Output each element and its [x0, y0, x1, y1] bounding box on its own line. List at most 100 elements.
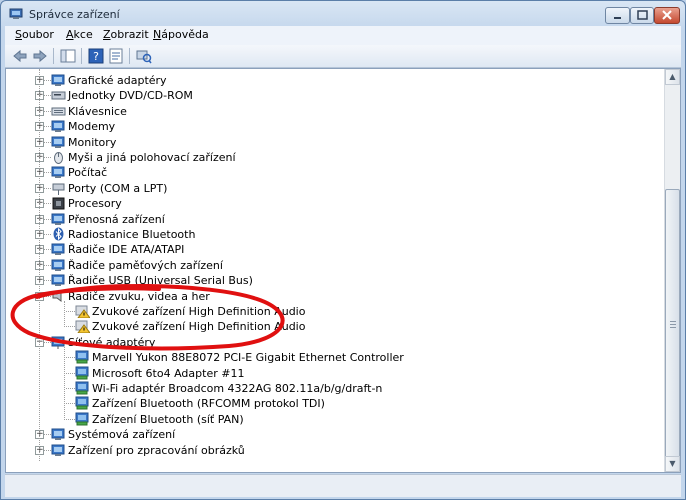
tree-item[interactable]: + Modemy [6, 119, 656, 134]
status-bar [5, 474, 681, 497]
minimize-icon [614, 17, 621, 19]
keyboard-icon [51, 107, 66, 116]
vertical-scrollbar[interactable]: ▲ ▼ [664, 69, 680, 472]
tree-item[interactable]: + Počítač [6, 165, 656, 180]
tree-item[interactable]: + Přenosná zařízení [6, 212, 656, 227]
tree-item[interactable]: + Radiostanice Bluetooth [6, 227, 656, 242]
close-icon [662, 10, 672, 20]
toolbar: ? [5, 45, 681, 68]
back-arrow-icon[interactable] [12, 48, 28, 64]
dvd-drive-icon [51, 91, 66, 100]
scroll-down-arrow-icon[interactable]: ▼ [665, 456, 680, 472]
device-tree: + Grafické adaptéry + Jednotky DVD/CD-ROM + K… [6, 69, 664, 472]
tree-item-label: Řadiče paměťových zařízení [68, 258, 223, 272]
tree-item[interactable]: + Zařízení pro zpracování obrázků [6, 443, 656, 458]
tree-item-label: Zařízení Bluetooth (síť PAN) [92, 412, 244, 426]
tree-item[interactable]: + Řadiče USB (Universal Serial Bus) [6, 273, 656, 288]
properties-icon[interactable] [108, 48, 124, 64]
portable-device-icon [51, 213, 65, 225]
menu-soubor[interactable]: Soubor [15, 28, 54, 41]
tree-item[interactable]: Zvukové zařízení High Definition Audio [6, 319, 656, 334]
system-device-icon [51, 428, 65, 441]
tree-item-label: Zařízení pro zpracování obrázků [68, 443, 245, 457]
window-title: Správce zařízení [29, 8, 120, 21]
help-icon[interactable]: ? [88, 48, 104, 64]
tree-item-label: Přenosná zařízení [68, 212, 165, 226]
device-tree-panel: + Grafické adaptéry + Jednotky DVD/CD-ROM + K… [5, 68, 681, 473]
close-button[interactable] [654, 7, 680, 24]
tree-item-label: Systémová zařízení [68, 428, 176, 442]
tree-item-label: Řadiče IDE ATA/ATAPI [68, 243, 185, 257]
menu-zobrazit[interactable]: Zobrazit [103, 28, 149, 41]
minimize-button[interactable] [605, 7, 630, 24]
tree-item-label: Procesory [68, 197, 122, 211]
modem-icon [51, 120, 65, 133]
tree-item[interactable]: + Řadiče IDE ATA/ATAPI [6, 242, 656, 257]
device-manager-icon [9, 8, 23, 19]
warning-device-icon [75, 305, 90, 318]
tree-item-label: Wi-Fi adaptér Broadcom 4322AG 802.11a/b/… [92, 382, 383, 395]
tree-item[interactable]: − Síťové adaptéry [6, 335, 656, 350]
tree-item-label: Jednotky DVD/CD-ROM [68, 89, 193, 103]
maximize-button[interactable] [630, 7, 654, 24]
usb-controller-icon [51, 274, 65, 287]
tree-item-label: Marvell Yukon 88E8072 PCI-E Gigabit Ethe… [92, 351, 404, 365]
tree-item-label: Myši a jiná polohovací zařízení [68, 151, 236, 164]
network-card-icon [75, 412, 89, 426]
tree-item-label: Grafické adaptéry [68, 74, 167, 87]
tree-item[interactable]: + Grafické adaptéry [6, 73, 656, 88]
network-card-icon [75, 350, 89, 364]
tree-item[interactable]: + Monitory [6, 135, 656, 150]
scan-hardware-icon[interactable] [136, 48, 152, 64]
display-adapter-icon [51, 74, 65, 86]
network-card-icon [75, 381, 89, 395]
tree-item-label: Porty (COM a LPT) [68, 181, 168, 195]
tree-item[interactable]: Zvukové zařízení High Definition Audio [6, 304, 656, 319]
ide-controller-icon [51, 243, 65, 256]
computer-icon [51, 166, 65, 179]
tree-item[interactable]: Zařízení Bluetooth (RFCOMM protokol TDI) [6, 396, 656, 411]
tree-item-label: Zvukové zařízení High Definition Audio [92, 305, 306, 318]
tree-item-label: Zvukové zařízení High Definition Audio [92, 320, 306, 334]
menu-napoveda[interactable]: Nápověda [153, 28, 209, 41]
tree-item[interactable]: + Klávesnice [6, 104, 656, 119]
tree-item[interactable]: + Jednotky DVD/CD-ROM [6, 88, 656, 103]
tree-item-label: Modemy [68, 120, 116, 134]
tree-item-label: Zařízení Bluetooth (RFCOMM protokol TDI) [92, 397, 325, 411]
console-tree-icon[interactable] [60, 48, 76, 64]
tree-item[interactable]: + Myši a jiná polohovací zařízení [6, 150, 656, 165]
processor-icon [52, 197, 65, 210]
imaging-device-icon [51, 444, 65, 456]
monitor-icon [51, 136, 65, 148]
tree-item-label: Radiostanice Bluetooth [68, 228, 196, 241]
tree-item-label: Klávesnice [68, 104, 127, 118]
mouse-icon [54, 152, 63, 164]
tree-item-label: Řadiče zvuku, videa a her [68, 289, 210, 303]
tree-item-label: Počítač [68, 166, 108, 180]
tree-item[interactable]: Zařízení Bluetooth (síť PAN) [6, 412, 656, 427]
title-bar[interactable]: Správce zařízení [1, 1, 685, 27]
menu-akce[interactable]: Akce [66, 28, 93, 41]
tree-item-label: Řadiče USB (Universal Serial Bus) [68, 274, 253, 288]
storage-controller-icon [51, 259, 65, 271]
tree-item[interactable]: Wi-Fi adaptér Broadcom 4322AG 802.11a/b/… [6, 381, 656, 396]
port-icon [52, 183, 65, 195]
tree-item[interactable]: Marvell Yukon 88E8072 PCI-E Gigabit Ethe… [6, 350, 656, 365]
tree-item[interactable]: + Procesory [6, 196, 656, 211]
scrollbar-thumb[interactable] [665, 189, 680, 459]
tree-item[interactable]: + Řadiče paměťových zařízení [6, 258, 656, 273]
tree-item[interactable]: + Porty (COM a LPT) [6, 181, 656, 196]
tree-item[interactable]: − Řadiče zvuku, videa a her [6, 289, 656, 304]
tree-item[interactable]: + Systémová zařízení [6, 427, 656, 442]
bluetooth-icon [53, 227, 64, 241]
forward-arrow-icon[interactable] [32, 48, 48, 64]
network-card-icon [75, 396, 89, 410]
tree-item[interactable]: Microsoft 6to4 Adapter #11 [6, 366, 656, 381]
device-manager-window: Správce zařízení Soubor Akce Zobrazit Ná… [0, 0, 686, 500]
tree-item-label: Síťové adaptéry [68, 335, 156, 349]
maximize-icon [637, 10, 648, 20]
scroll-up-arrow-icon[interactable]: ▲ [665, 69, 680, 85]
tree-item-label: Monitory [68, 135, 117, 149]
network-card-icon [75, 366, 89, 380]
menu-bar: Soubor Akce Zobrazit Nápověda [5, 26, 681, 45]
